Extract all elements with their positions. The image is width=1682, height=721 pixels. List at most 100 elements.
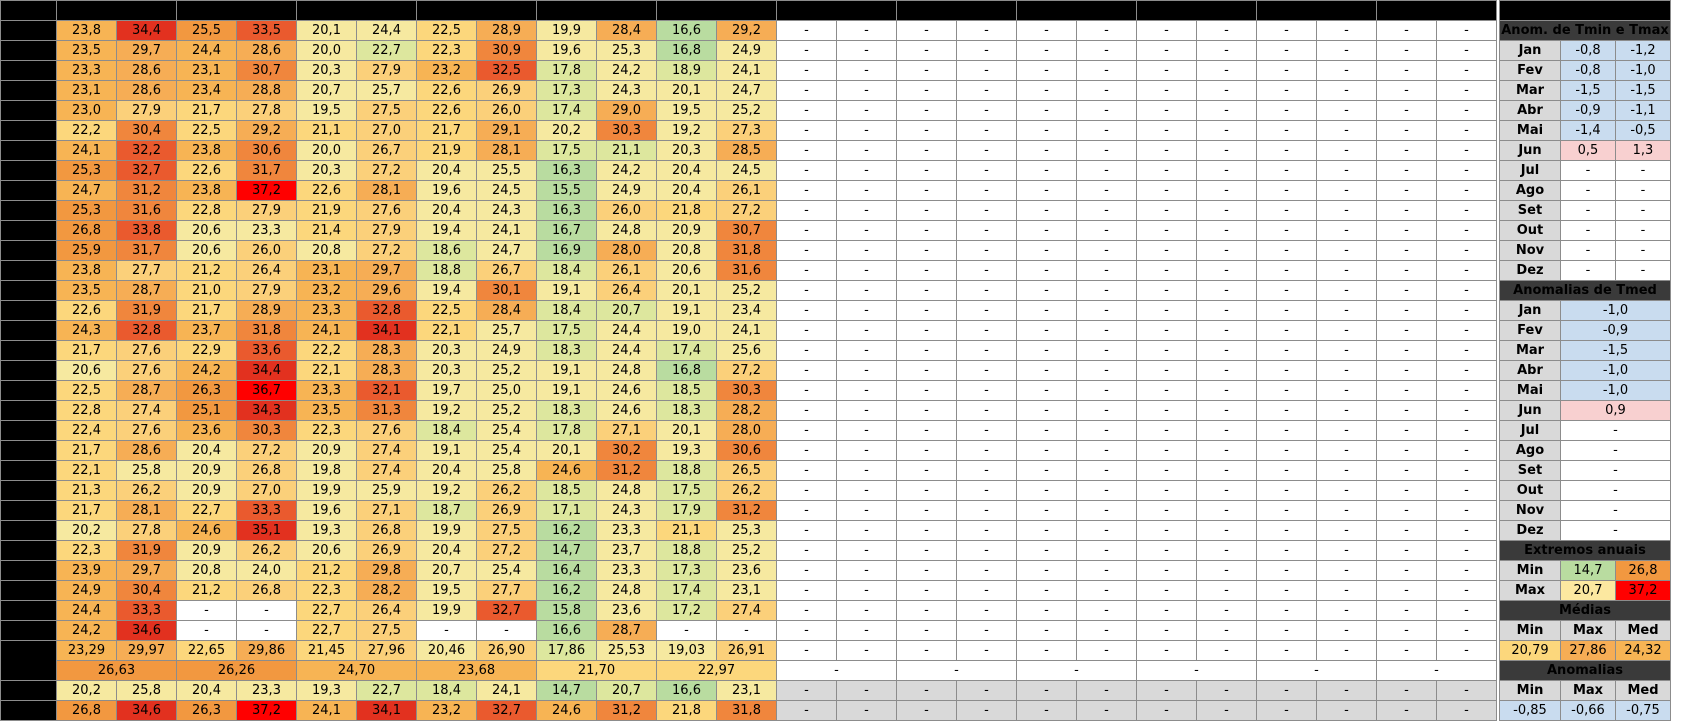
tmax-cell: 30,3 [236,420,297,441]
empty-cell: - [776,560,837,581]
empty-cell: - [836,460,897,481]
day-number: 9 [0,180,57,201]
tmin-cell: 23,1 [296,260,357,281]
empty-cell: - [1196,240,1257,261]
tmax-cell: 31,8 [236,320,297,341]
tmax-cell: 27,2 [356,160,417,181]
empty-cell: - [776,340,837,361]
tmin-cell: 22,6 [296,180,357,201]
empty-cell: - [836,680,897,701]
empty-cell: - [1016,80,1077,101]
empty-cell: - [1316,680,1377,701]
tmax-cell: 37,2 [236,180,297,201]
tmin-cell: - [656,620,717,641]
tmax-cell: 33,8 [116,220,177,241]
tmax-cell: 24,3 [596,80,657,101]
empty-cell: - [776,460,837,481]
empty-cell: - [1136,140,1197,161]
empty-cell: - [1196,680,1257,701]
tmax-cell: 29,2 [236,120,297,141]
tmin-cell: 16,3 [536,160,597,181]
tmin-cell: 18,8 [656,540,717,561]
tmin-cell: 19,9 [536,20,597,41]
empty-cell: - [776,480,837,501]
tmin-cell: 18,8 [656,460,717,481]
header-row: 2020 Janeiro Fevereiro Março Abril Maio Junho J… [0,0,1671,21]
tmax-cell: 31,7 [116,240,177,261]
empty-cell: - [956,360,1017,381]
tmin-cell: 19,7 [416,380,477,401]
empty-cell: - [956,60,1017,81]
empty-cell: - [1136,620,1197,641]
tmax-cell: 24,7 [476,240,537,261]
empty-cell: - [1436,680,1497,701]
empty-cell: - [1376,80,1437,101]
empty-cell: - [836,20,897,41]
tmin-cell: 20,3 [296,160,357,181]
tmin-cell: 21,7 [56,500,117,521]
empty-cell: - [836,520,897,541]
tmax-cell: 29,7 [116,40,177,61]
tmax-cell: 31,6 [116,200,177,221]
tmax-cell: 23,6 [596,600,657,621]
empty-cell: - [1316,440,1377,461]
table-row: 24 21,3 26,2 20,9 27,0 19,9 25,9 19,2 26,2 18,5 24… [0,480,1671,501]
tmed-value: -1,5 [1560,340,1671,361]
tmin-cell: 17,5 [536,320,597,341]
tmin-cell: 20,3 [656,140,717,161]
empty-cell: - [956,620,1017,641]
empty-cell: - [776,640,837,661]
month-header: Junho [656,0,777,21]
month-header: Março [296,0,417,21]
tmax-cell: 28,2 [716,400,777,421]
empty-cell: - [1436,500,1497,521]
empty-cell: - [956,300,1017,321]
empty-cell: - [1136,320,1197,341]
empty-cell: - [1136,260,1197,281]
empty-cell: - [1136,200,1197,221]
tmed-value: - [1560,480,1671,501]
day-number: 11 [0,220,57,241]
tmax-cell: 24,5 [476,180,537,201]
empty-cell: - [1136,100,1197,121]
tmax-cell: 20,7 [596,300,657,321]
empty-cell: - [1316,80,1377,101]
empty-cell: - [1196,480,1257,501]
empty-cell: - [896,380,957,401]
tmax-cell: 26,2 [116,480,177,501]
empty-cell: - [1316,580,1377,601]
tmax-cell: 29,8 [356,560,417,581]
empty-cell: - [776,360,837,381]
media-mean: 26,63 [56,660,177,681]
tmin-cell: 21,3 [56,480,117,501]
tmin-cell: 18,4 [416,420,477,441]
empty-cell: - [1196,580,1257,601]
extremes-min-label: Min [1499,560,1561,581]
empty-cell: - [776,200,837,221]
empty-cell: - [1376,480,1437,501]
menor-tmax: 24,1 [476,680,537,701]
empty-cell: - [1076,260,1137,281]
tmax-cell: 27,9 [356,220,417,241]
tmax-cell: 25,8 [116,460,177,481]
medias-label: Max [1560,620,1616,641]
tmax-cell: 27,4 [116,400,177,421]
empty-cell: - [776,160,837,181]
anom-tmax-value: - [1615,260,1671,281]
empty-cell: - [1196,40,1257,61]
table-row: 29 24,9 30,4 21,2 26,8 22,3 28,2 19,5 27,7 16,2 24… [0,580,1671,601]
empty-cell: - [1316,600,1377,621]
tmax-cell: 25,2 [476,400,537,421]
empty-cell: - [1256,460,1317,481]
extremes-max-label: Max [1499,580,1561,601]
empty-cell: - [776,180,837,201]
tmax-cell: 32,5 [476,60,537,81]
tmax-cell: 24,8 [596,220,657,241]
tmax-cell: 27,6 [356,200,417,221]
anom-month-label: Ago [1499,180,1561,201]
tmax-cell: 25,4 [476,420,537,441]
tmin-cell: 23,8 [176,180,237,201]
tmax-cell: 27,9 [236,200,297,221]
tmin-cell: 23,4 [176,80,237,101]
empty-cell: - [1256,480,1317,501]
